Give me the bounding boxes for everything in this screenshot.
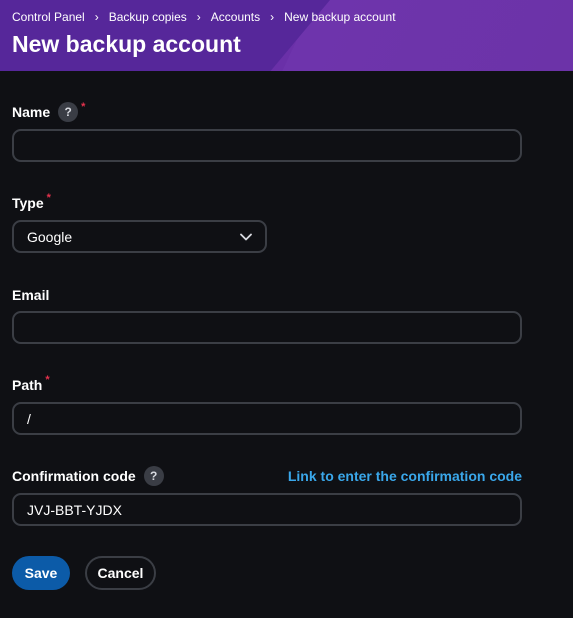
breadcrumb-item-accounts[interactable]: Accounts: [211, 10, 260, 24]
chevron-right-icon: ›: [196, 10, 201, 24]
name-label: Name ? *: [12, 101, 86, 122]
email-input[interactable]: [12, 311, 522, 344]
page-header: Control Panel › Backup copies › Accounts…: [0, 0, 573, 71]
confirmation-code-input[interactable]: JVJ-BBT-YJDX: [12, 493, 522, 526]
chevron-right-icon: ›: [94, 10, 99, 24]
confirmation-code-label: Confirmation code ?: [12, 466, 164, 486]
breadcrumb: Control Panel › Backup copies › Accounts…: [12, 10, 396, 24]
type-label: Type *: [12, 192, 51, 211]
email-label-text: Email: [12, 287, 50, 303]
required-mark: *: [81, 101, 86, 113]
name-label-text: Name: [12, 104, 51, 120]
confirmation-code-label-text: Confirmation code: [12, 468, 136, 484]
help-icon[interactable]: ?: [143, 466, 164, 486]
path-label-text: Path: [12, 377, 43, 393]
required-mark: *: [45, 374, 50, 386]
required-mark: *: [46, 192, 51, 204]
type-select[interactable]: Google: [12, 220, 267, 253]
confirmation-code-link[interactable]: Link to enter the confirmation code: [288, 468, 522, 484]
page-title: New backup account: [12, 31, 241, 57]
type-label-text: Type: [12, 195, 44, 211]
breadcrumb-item-current: New backup account: [284, 10, 396, 24]
breadcrumb-item-control-panel[interactable]: Control Panel: [12, 10, 85, 24]
help-icon[interactable]: ?: [58, 102, 79, 122]
cancel-button[interactable]: Cancel: [85, 556, 156, 590]
breadcrumb-item-backup-copies[interactable]: Backup copies: [109, 10, 187, 24]
name-input[interactable]: [12, 129, 522, 162]
email-label: Email: [12, 287, 49, 303]
type-select-value: Google: [27, 228, 73, 245]
path-label: Path *: [12, 374, 50, 393]
path-input[interactable]: /: [12, 402, 522, 435]
chevron-right-icon: ›: [270, 10, 275, 24]
chevron-down-icon: [240, 233, 252, 240]
save-button[interactable]: Save: [12, 556, 70, 590]
